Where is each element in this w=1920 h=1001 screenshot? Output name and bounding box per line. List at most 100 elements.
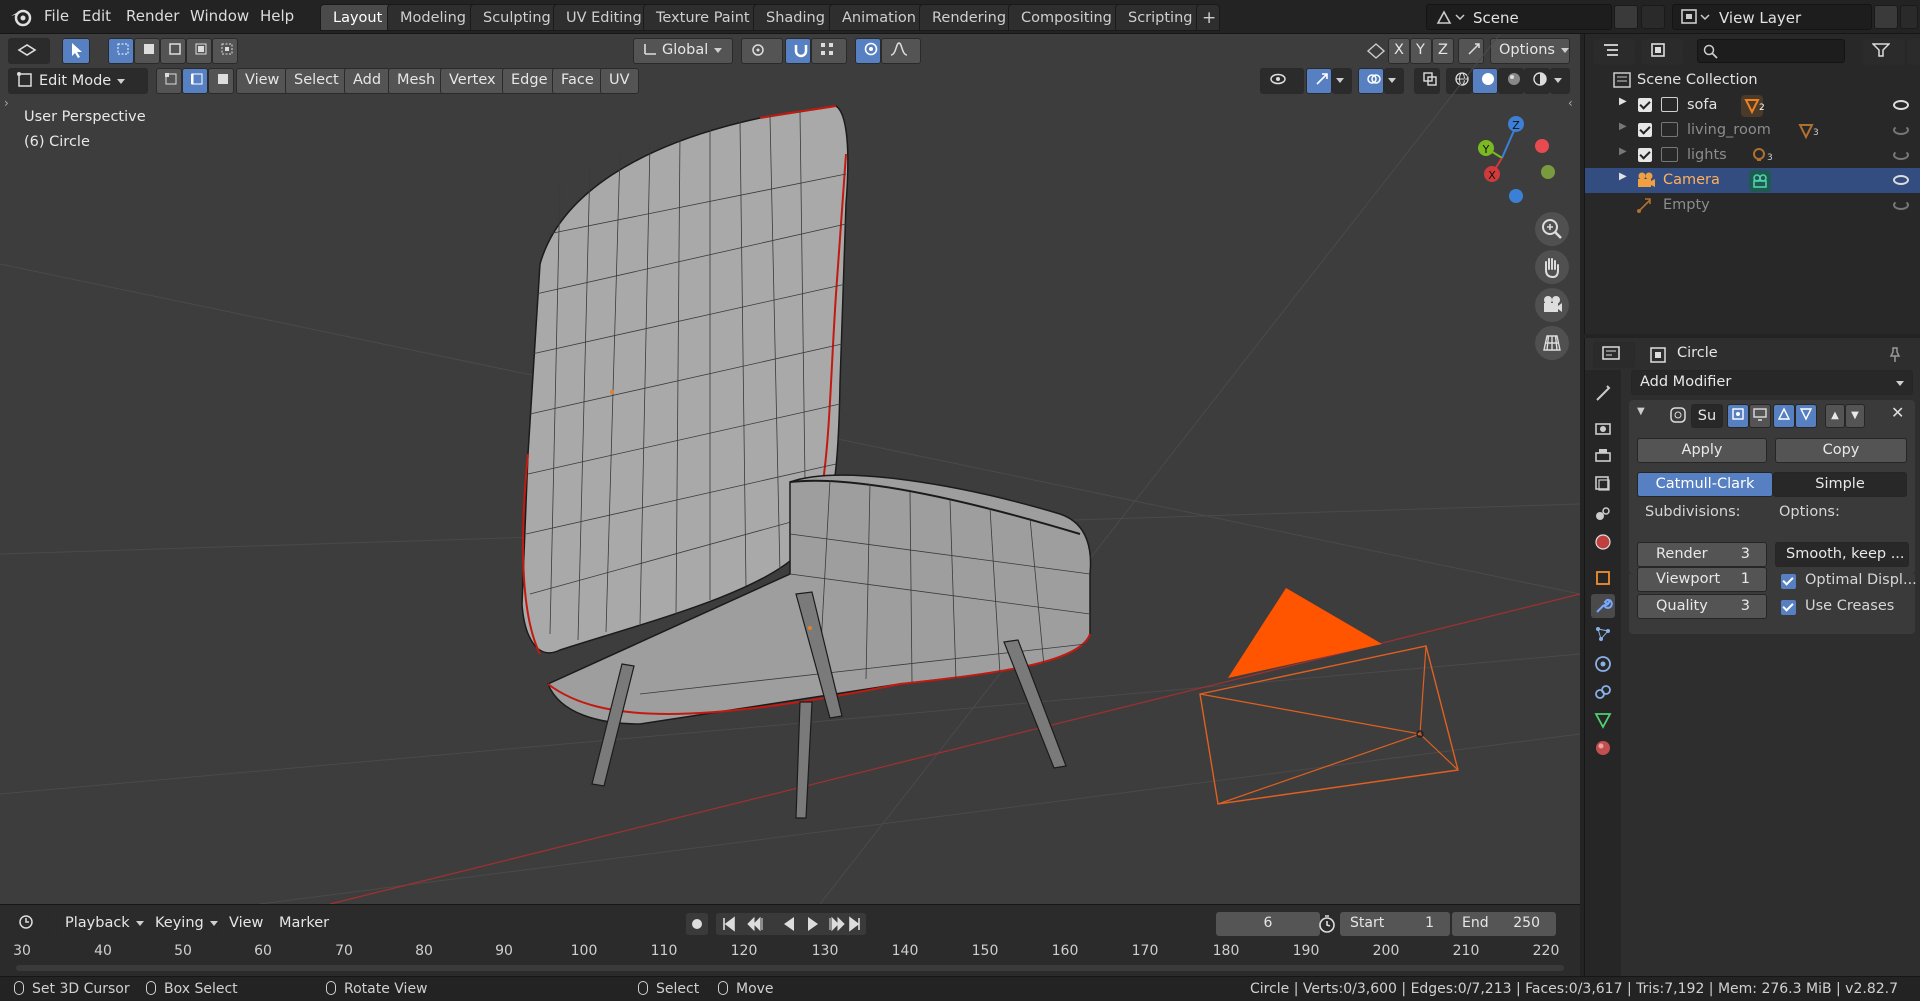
playback-menu[interactable]: Playback (56, 911, 144, 937)
outliner-row-camera[interactable]: ▶ Camera (1585, 168, 1920, 193)
uv-smooth-dropdown[interactable]: Smooth, keep ... (1775, 542, 1909, 567)
timeline-scrollbar[interactable] (16, 965, 1564, 971)
add-modifier-dropdown[interactable]: Add Modifier (1631, 370, 1913, 395)
collapse-arrow-icon[interactable]: ▼ (1637, 406, 1645, 417)
copy-button[interactable]: Copy (1775, 438, 1907, 463)
3d-viewport[interactable]: Global X Y Z Options Edit Mode View Sele… (0, 34, 1580, 904)
zoom-button[interactable] (1535, 212, 1569, 246)
outliner-row-empty[interactable]: Empty (1585, 193, 1920, 218)
apply-button[interactable]: Apply (1637, 438, 1767, 463)
tab-object-data[interactable] (1591, 708, 1615, 732)
add-workspace-button[interactable]: + (1196, 4, 1220, 31)
tab-compositing[interactable]: Compositing (1008, 4, 1125, 31)
catmull-clark-button[interactable]: Catmull-Clark (1637, 472, 1773, 497)
visibility-eye-icon[interactable] (1893, 100, 1909, 110)
record-button[interactable] (686, 913, 708, 935)
outliner-editor-type[interactable] (1593, 39, 1635, 65)
timeline-editor-type[interactable] (10, 911, 50, 937)
exclude-checkbox[interactable] (1638, 148, 1652, 162)
menu-edit[interactable]: Edit (82, 7, 111, 27)
tab-view-layer[interactable] (1591, 472, 1615, 496)
tab-modifiers[interactable] (1591, 594, 1615, 618)
navigation-gizmo[interactable]: Z Y X (1478, 116, 1555, 203)
tab-render[interactable] (1591, 416, 1615, 440)
pan-button[interactable] (1535, 250, 1569, 284)
quality-field[interactable]: Quality 3 (1637, 594, 1767, 619)
render-levels-field[interactable]: Render 3 (1637, 542, 1767, 567)
tab-world[interactable] (1591, 530, 1615, 554)
display-mode-dropdown[interactable] (1641, 39, 1683, 65)
camera-view-button[interactable] (1535, 288, 1569, 322)
tab-rendering[interactable]: Rendering (919, 4, 1020, 31)
menu-render[interactable]: Render (126, 7, 179, 27)
tab-animation[interactable]: Animation (829, 4, 929, 31)
move-modifier-up-button[interactable]: ▲ (1825, 404, 1845, 428)
visibility-eye-icon[interactable] (1893, 150, 1909, 160)
visibility-eye-icon[interactable] (1893, 200, 1909, 210)
show-in-viewport-toggle[interactable] (1749, 404, 1771, 428)
menu-help[interactable]: Help (260, 7, 294, 27)
current-frame-field[interactable]: 6 (1216, 912, 1320, 936)
exclude-checkbox[interactable] (1638, 98, 1652, 112)
subdivisions-label: Subdivisions: (1645, 504, 1741, 520)
expand-arrow-icon[interactable]: ▶ (1619, 96, 1627, 107)
timeline-view-menu[interactable]: View (220, 911, 272, 937)
show-on-cage-toggle[interactable] (1795, 404, 1817, 428)
pin-icon[interactable] (1887, 346, 1903, 364)
tab-uv-editing[interactable]: UV Editing (553, 4, 655, 31)
tab-tool[interactable] (1591, 382, 1615, 406)
new-view-layer-button[interactable] (1874, 5, 1898, 29)
optimal-display-checkbox[interactable] (1781, 574, 1796, 589)
tab-scene[interactable] (1591, 502, 1615, 526)
outliner-row-sofa[interactable]: ▶ sofa 2 (1585, 93, 1920, 118)
tab-sculpting[interactable]: Sculpting (470, 4, 564, 31)
tab-material[interactable] (1591, 736, 1615, 760)
expand-arrow-icon[interactable]: ▶ (1619, 146, 1627, 157)
tab-layout[interactable]: Layout (320, 4, 396, 31)
tab-shading[interactable]: Shading (753, 4, 838, 31)
tab-output[interactable] (1591, 444, 1615, 468)
menu-window[interactable]: Window (190, 7, 249, 27)
visibility-eye-icon[interactable] (1893, 175, 1909, 185)
tab-object[interactable] (1591, 566, 1615, 590)
simple-button[interactable]: Simple (1773, 472, 1907, 497)
stopwatch-icon[interactable] (1316, 913, 1338, 935)
end-frame-field[interactable]: End 250 (1452, 912, 1556, 936)
move-modifier-down-button[interactable]: ▼ (1845, 404, 1865, 428)
tab-scripting[interactable]: Scripting (1115, 4, 1206, 31)
timeline-marker-menu[interactable]: Marker (270, 911, 338, 937)
on-cage-toggle[interactable] (1773, 404, 1795, 428)
show-in-editmode-toggle[interactable] (1727, 404, 1749, 428)
outliner-row-scene-collection[interactable]: Scene Collection (1585, 68, 1920, 93)
tab-constraints[interactable] (1591, 680, 1615, 704)
outliner-row-lights[interactable]: ▶ lights 3 (1585, 143, 1920, 168)
visibility-eye-icon[interactable] (1893, 125, 1909, 135)
start-frame-field[interactable]: Start 1 (1340, 912, 1450, 936)
tab-modeling[interactable]: Modeling (387, 4, 479, 31)
viewport-levels-field[interactable]: Viewport 1 (1637, 567, 1767, 592)
blender-logo-icon[interactable] (10, 7, 32, 27)
expand-arrow-icon[interactable]: ▶ (1619, 171, 1627, 182)
playback-controls[interactable] (716, 913, 866, 935)
new-collection-button[interactable] (1907, 39, 1920, 65)
close-icon[interactable]: ✕ (1891, 403, 1904, 422)
exclude-checkbox[interactable] (1638, 123, 1652, 137)
keying-menu[interactable]: Keying (146, 911, 218, 937)
frame-tick: 100 (570, 943, 598, 959)
menu-file[interactable]: File (44, 7, 69, 27)
properties-editor-type[interactable] (1593, 342, 1635, 368)
use-creases-checkbox[interactable] (1781, 600, 1796, 615)
tab-particles[interactable] (1591, 622, 1615, 646)
delete-scene-button[interactable] (1641, 5, 1665, 29)
outliner-row-living-room[interactable]: ▶ living_room 3 (1585, 118, 1920, 143)
outliner-filter-dropdown[interactable] (1863, 39, 1905, 65)
tab-physics[interactable] (1591, 652, 1615, 676)
outliner-search-input[interactable] (1697, 39, 1845, 63)
new-scene-button[interactable] (1614, 5, 1638, 29)
frame-ruler[interactable] (0, 937, 1580, 977)
tab-texture-paint[interactable]: Texture Paint (643, 4, 763, 31)
ortho-toggle-button[interactable] (1535, 326, 1569, 360)
remove-view-layer-button[interactable] (1900, 5, 1918, 29)
expand-arrow-icon[interactable]: ▶ (1619, 121, 1627, 132)
modifier-name-field[interactable]: Su (1691, 404, 1723, 428)
